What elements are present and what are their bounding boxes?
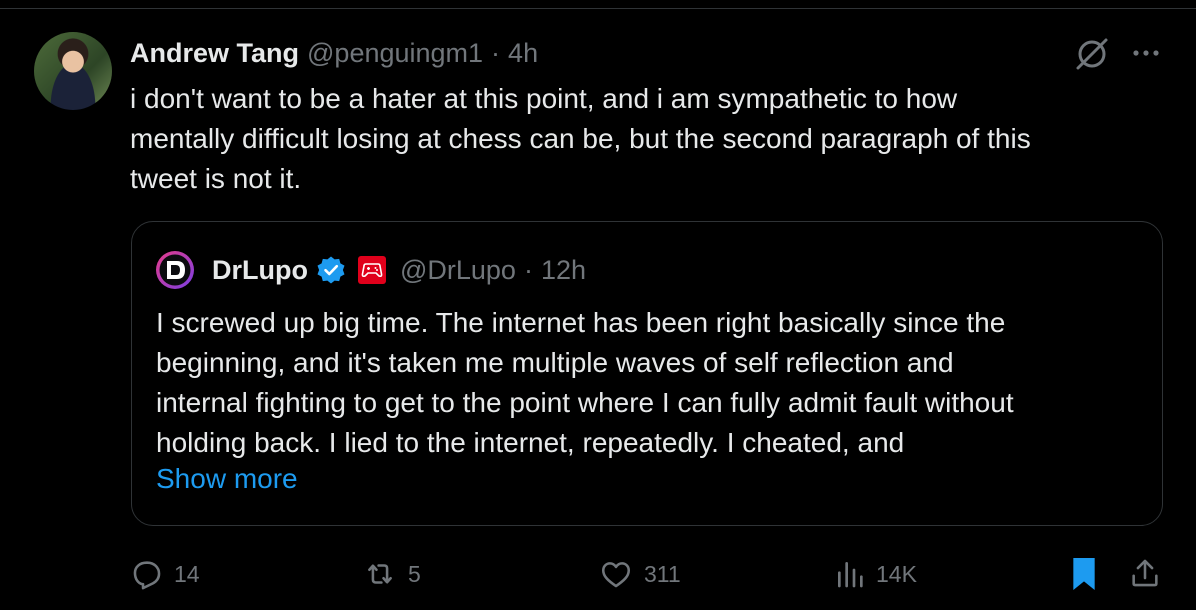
like-count: 311 xyxy=(644,560,681,587)
share-button[interactable] xyxy=(1128,555,1162,591)
quote-author-name[interactable]: DrLupo xyxy=(212,255,308,286)
header-separator: · xyxy=(491,37,501,68)
author-handle[interactable]: @penguingm1 xyxy=(307,38,483,69)
share-icon xyxy=(1132,559,1158,587)
views-icon xyxy=(838,562,863,588)
verified-badge-icon[interactable] xyxy=(316,255,346,285)
action-bar: 14 5 311 14K xyxy=(0,550,1196,600)
reply-button[interactable]: 14 xyxy=(130,557,200,591)
more-icon[interactable] xyxy=(1128,38,1164,68)
bookmark-button[interactable] xyxy=(1068,555,1100,593)
quote-header: DrLupo @DrLupo · 12h xyxy=(212,252,586,288)
grok-icon[interactable] xyxy=(1072,36,1112,72)
top-divider xyxy=(0,0,1196,9)
quote-avatar[interactable] xyxy=(155,250,195,290)
repost-icon xyxy=(368,564,392,584)
like-button[interactable]: 311 xyxy=(598,557,681,591)
repost-button[interactable]: 5 xyxy=(362,557,421,591)
quote-text: I screwed up big time. The internet has … xyxy=(156,307,1014,458)
tweet-text: i don't want to be a hater at this point… xyxy=(130,83,1031,194)
gaming-affiliate-icon[interactable] xyxy=(357,256,386,284)
reply-icon xyxy=(133,561,161,590)
like-icon xyxy=(601,562,631,588)
reply-count: 14 xyxy=(174,560,200,587)
bookmark-icon xyxy=(1073,558,1095,590)
views-button[interactable]: 14K xyxy=(834,557,917,591)
quote-timestamp[interactable]: 12h xyxy=(541,255,586,286)
author-name[interactable]: Andrew Tang xyxy=(130,38,299,69)
tweet-timestamp[interactable]: 4h xyxy=(508,38,538,69)
show-more-link[interactable]: Show more xyxy=(156,463,298,495)
tweet-header: Andrew Tang @penguingm1 · 4h xyxy=(130,35,538,71)
quote-separator: · xyxy=(523,254,533,285)
repost-count: 5 xyxy=(408,560,421,587)
quote-author-handle[interactable]: @DrLupo xyxy=(400,255,516,286)
author-avatar[interactable] xyxy=(34,32,112,110)
views-count: 14K xyxy=(876,560,917,587)
